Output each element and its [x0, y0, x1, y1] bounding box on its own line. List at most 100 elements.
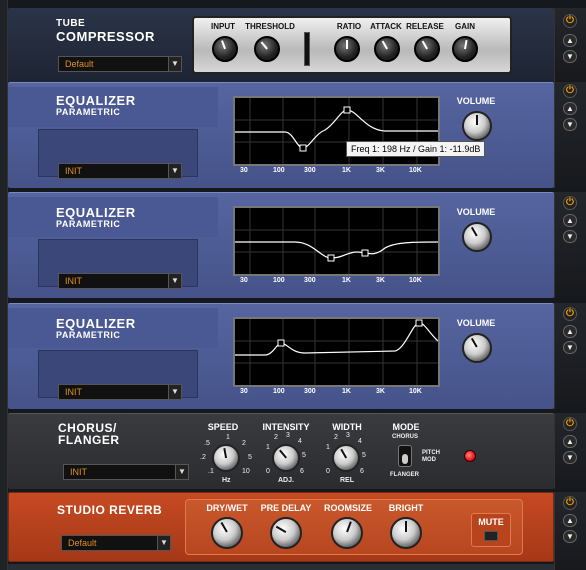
chorus-power-icon[interactable]: ⏻ [563, 417, 577, 431]
eq3-move-up-icon[interactable]: ▲ [563, 325, 577, 338]
speed-label: SPEED [207, 422, 239, 432]
eq1-freq-100: 100 [273, 167, 285, 174]
pre-delay-label: PRE DELAY [260, 503, 312, 513]
attack-knob[interactable] [374, 36, 400, 62]
eq2-volume-knob[interactable] [462, 222, 492, 252]
reverb-move-up-icon[interactable]: ▲ [563, 514, 577, 527]
mode-switch[interactable] [398, 445, 412, 467]
chorus-preset-select[interactable]: INIT ▼ [63, 464, 189, 480]
chevron-down-icon: ▼ [168, 164, 181, 178]
eq2-move-up-icon[interactable]: ▲ [563, 214, 577, 227]
eq2-freq-3k: 3K [376, 277, 385, 284]
width-scale-0: 2 [334, 434, 338, 441]
eq2-graph[interactable] [233, 206, 440, 276]
width-scale-1: 3 [346, 432, 350, 439]
eq1-preset-select[interactable]: INIT ▼ [58, 163, 182, 179]
preset-value: Default [68, 538, 97, 548]
dry-wet-knob[interactable] [211, 517, 243, 549]
eq1-volume-knob[interactable] [462, 111, 492, 141]
eq2-freq-100: 100 [273, 277, 285, 284]
threshold-label: THRESHOLD [245, 22, 295, 31]
reverb-power-icon[interactable]: ⏻ [563, 496, 577, 510]
eq3-curve [235, 319, 439, 385]
eq3-side-controls: ⏻ ▲ ▼ [554, 303, 586, 409]
eq2-unit: EQUALIZER PARAMETRIC INIT ▼ 30 100 300 1… [8, 192, 554, 298]
intensity-scale-6: 6 [300, 468, 304, 475]
compressor-move-down-icon[interactable]: ▼ [563, 50, 577, 63]
eq1-freq-3k: 3K [376, 167, 385, 174]
width-knob[interactable] [332, 444, 360, 472]
chorus-move-up-icon[interactable]: ▲ [563, 435, 577, 448]
chorus-move-down-icon[interactable]: ▼ [563, 451, 577, 464]
bright-knob[interactable] [390, 517, 422, 549]
eq1-freq-30: 30 [240, 167, 248, 174]
width-scale-3: 4 [358, 438, 362, 445]
compressor-move-up-icon[interactable]: ▲ [563, 34, 577, 47]
status-led [464, 450, 476, 462]
eq2-freq-30: 30 [240, 277, 248, 284]
rack-bottom-strip [8, 564, 554, 570]
mode-flanger: FLANGER [390, 472, 419, 478]
input-knob[interactable] [212, 36, 238, 62]
eq2-side-controls: ⏻ ▲ ▼ [554, 192, 586, 298]
mute-label: MUTE [478, 517, 504, 527]
eq2-move-down-icon[interactable]: ▼ [563, 230, 577, 243]
chevron-down-icon: ▼ [168, 385, 181, 399]
intensity-label: INTENSITY [262, 422, 310, 432]
compressor-side-controls: ⏻ ▲ ▼ [554, 8, 586, 82]
eq3-freq-300: 300 [304, 388, 316, 395]
eq2-power-icon[interactable]: ⏻ [563, 196, 577, 210]
ratio-knob[interactable] [334, 36, 360, 62]
compressor-power-icon[interactable]: ⏻ [563, 14, 577, 28]
eq1-freq-1k: 1K [342, 167, 351, 174]
eq2-freq-1k: 1K [342, 277, 351, 284]
attack-label: ATTACK [370, 22, 402, 31]
eq3-preset-select[interactable]: INIT ▼ [58, 384, 182, 400]
gain-reduction-meter [304, 32, 310, 66]
mode-chorus: CHORUS [392, 434, 419, 440]
reverb-preset-select[interactable]: Default ▼ [61, 535, 171, 551]
mode-pitch-mod: PITCH MOD [422, 450, 440, 463]
eq1-unit: EQUALIZER PARAMETRIC INIT ▼ 30 100 300 1… [8, 82, 554, 188]
eq3-volume-label: VOLUME [456, 318, 496, 328]
eq3-graph[interactable] [233, 317, 440, 387]
intensity-scale-2: 1 [266, 444, 270, 451]
mode-label: MODE [392, 422, 420, 432]
eq2-preset-select[interactable]: INIT ▼ [58, 273, 182, 289]
pre-delay-knob[interactable] [270, 517, 302, 549]
eq3-freq-3k: 3K [376, 388, 385, 395]
gain-label: GAIN [455, 22, 475, 31]
eq1-move-up-icon[interactable]: ▲ [563, 102, 577, 115]
eq3-move-down-icon[interactable]: ▼ [563, 341, 577, 354]
preset-value: Default [65, 59, 94, 69]
eq3-subtitle: PARAMETRIC [56, 330, 121, 340]
compressor-panel: INPUT THRESHOLD RATIO ATTACK RELEASE GAI… [192, 16, 512, 74]
threshold-knob[interactable] [254, 36, 280, 62]
eq2-curve [235, 208, 439, 274]
reverb-move-down-icon[interactable]: ▼ [563, 530, 577, 543]
speed-scale-2: 2 [242, 440, 246, 447]
intensity-knob[interactable] [272, 444, 300, 472]
width-scale-4: 0 [326, 468, 330, 475]
eq1-side-controls: ⏻ ▲ ▼ [554, 82, 586, 188]
width-label: WIDTH [332, 422, 362, 432]
release-knob[interactable] [414, 36, 440, 62]
roomsize-knob[interactable] [331, 517, 363, 549]
eq2-volume-label: VOLUME [456, 207, 496, 217]
compressor-title-line1: TUBE [56, 18, 86, 29]
speed-scale-1: 1 [226, 434, 230, 441]
gain-knob[interactable] [452, 36, 478, 62]
eq3-volume-knob[interactable] [462, 333, 492, 363]
mute-button[interactable] [484, 531, 498, 541]
compressor-preset-select[interactable]: Default ▼ [58, 56, 182, 72]
rack-left-rail [0, 0, 8, 570]
chevron-down-icon: ▼ [157, 536, 170, 550]
speed-knob[interactable] [212, 444, 240, 472]
preset-value: INIT [65, 166, 82, 176]
chevron-down-icon: ▼ [175, 465, 188, 479]
reverb-title: STUDIO REVERB [57, 503, 163, 517]
eq1-move-down-icon[interactable]: ▼ [563, 118, 577, 131]
eq1-power-icon[interactable]: ⏻ [563, 84, 577, 98]
eq3-power-icon[interactable]: ⏻ [563, 307, 577, 321]
intensity-scale-5: 5 [302, 452, 306, 459]
